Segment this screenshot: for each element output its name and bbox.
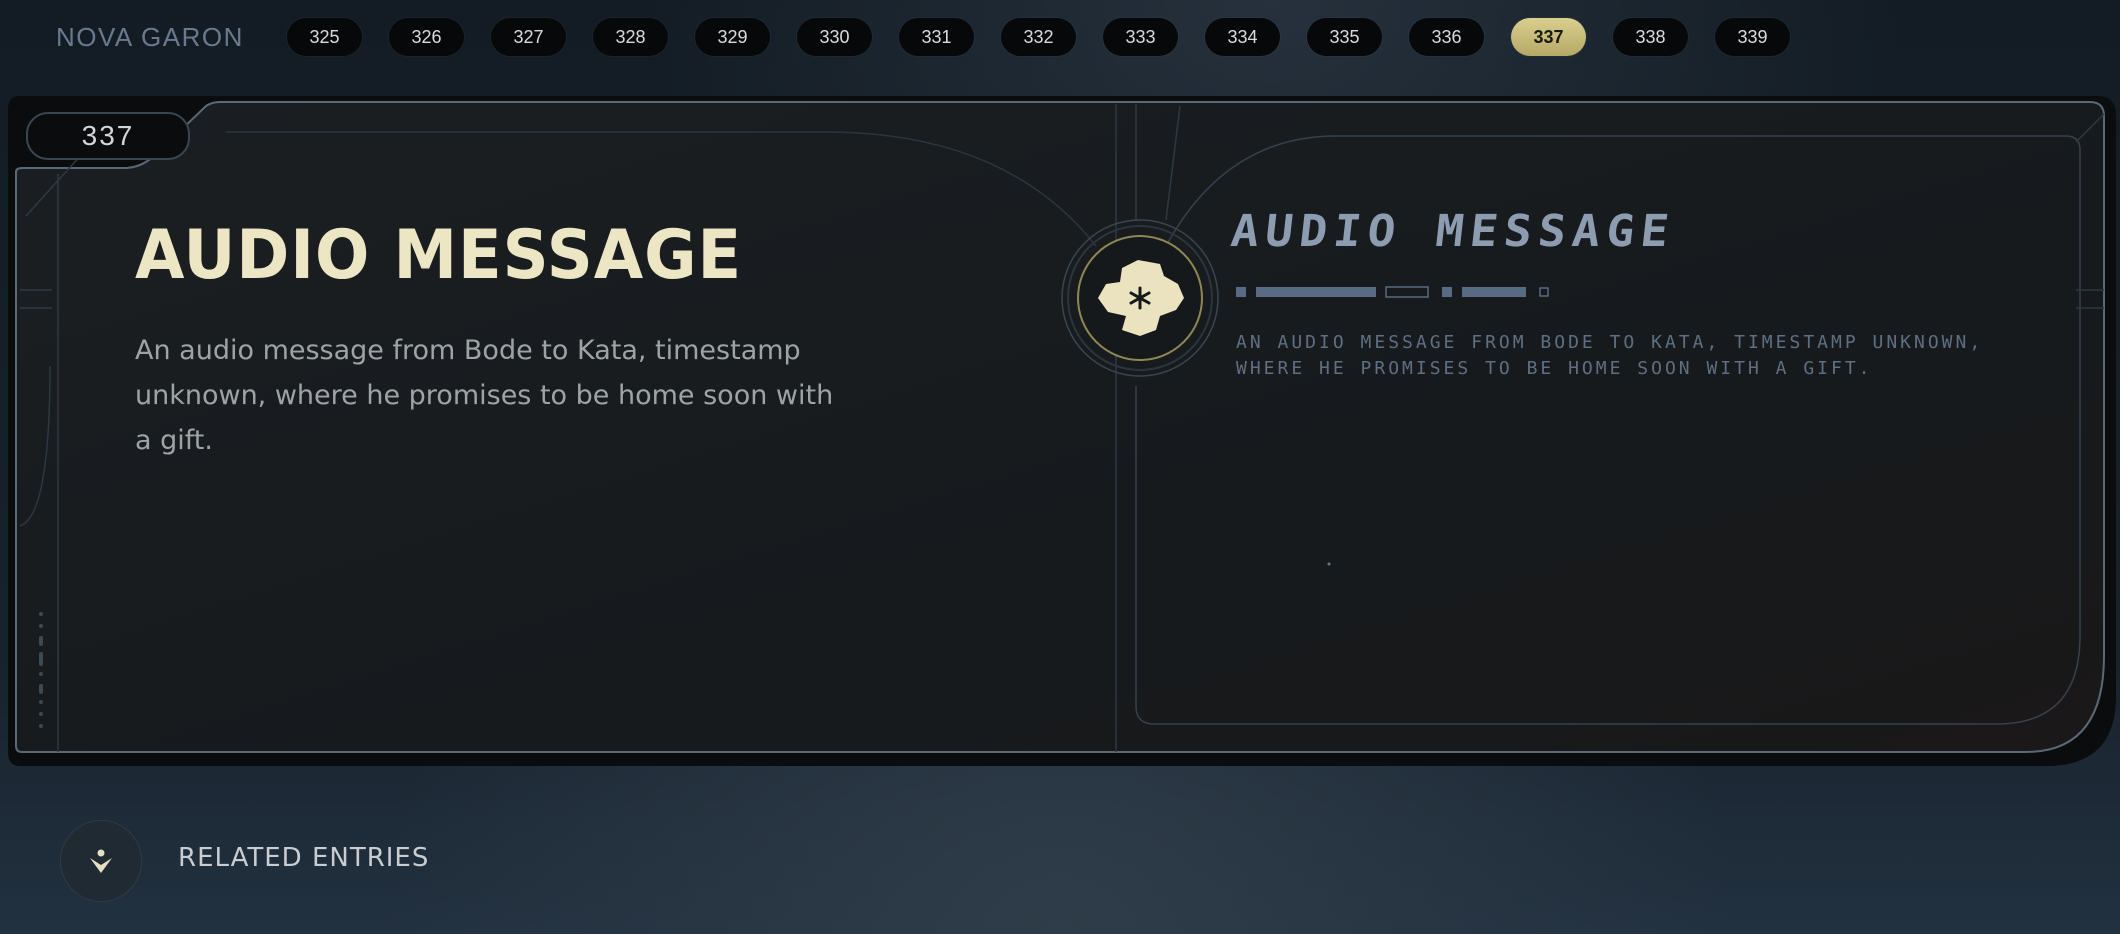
entry-title: AUDIO MESSAGE <box>135 216 743 295</box>
planet-name: NOVA GARON <box>56 22 244 52</box>
entry-description: An audio message from Bode to Kata, time… <box>135 335 834 456</box>
related-entries-icon <box>90 849 112 873</box>
entry-number-badge: 337 <box>26 112 190 160</box>
page-pill-328[interactable]: 328 <box>593 18 668 56</box>
page-pill-339[interactable]: 339 <box>1715 18 1790 56</box>
related-entries-button[interactable] <box>60 820 142 902</box>
aurebesh-title: AUDIO MESSAGE <box>1228 206 1678 257</box>
page-pill-330[interactable]: 330 <box>797 18 872 56</box>
audio-log-emblem-icon <box>1061 219 1219 377</box>
related-entries-label[interactable]: RELATED ENTRIES <box>178 843 429 873</box>
page-pill-337-active[interactable]: 337 <box>1511 18 1586 56</box>
page-pill-331[interactable]: 331 <box>899 18 974 56</box>
page-pill-334[interactable]: 334 <box>1205 18 1280 56</box>
page-pill-333[interactable]: 333 <box>1103 18 1178 56</box>
page-pill-338[interactable]: 338 <box>1613 18 1688 56</box>
decorative-bars <box>1236 286 1549 298</box>
page-pill-332[interactable]: 332 <box>1001 18 1076 56</box>
page-pill-327[interactable]: 327 <box>491 18 566 56</box>
entry-panel: 337 AUDIO MESSAGE An audio message from … <box>6 96 2118 768</box>
page-pill-336[interactable]: 336 <box>1409 18 1484 56</box>
page-pill-335[interactable]: 335 <box>1307 18 1382 56</box>
page-pill-326[interactable]: 326 <box>389 18 464 56</box>
page-selector: 325 326 327 328 329 330 331 332 333 334 … <box>287 18 1790 56</box>
aurebesh-description: AN AUDIO MESSAGE FROM BODE TO KATA, TIME… <box>1236 332 1984 379</box>
page-pill-325[interactable]: 325 <box>287 18 362 56</box>
top-bar: NOVA GARON 325 326 327 328 329 330 331 3… <box>0 0 2120 76</box>
page-pill-329[interactable]: 329 <box>695 18 770 56</box>
